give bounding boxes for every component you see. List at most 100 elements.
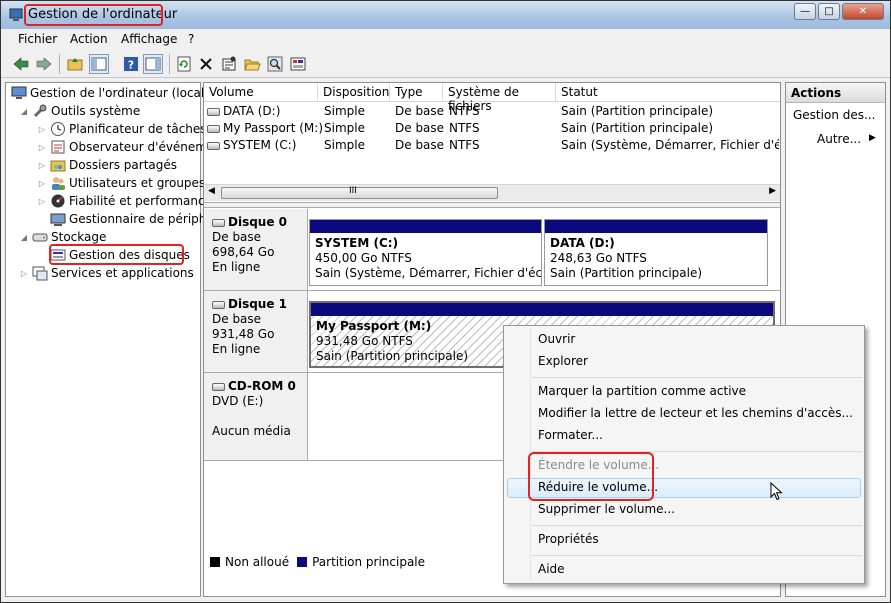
disk-management-highlight-box (49, 244, 184, 265)
open-folder-button[interactable] (242, 54, 262, 74)
tree-label: Fiabilité et performance (69, 194, 212, 208)
menu-action[interactable]: Action (70, 32, 108, 46)
title-highlight-box (24, 4, 163, 26)
users-icon (52, 177, 65, 190)
submenu-arrow-icon[interactable]: ▶ (869, 133, 876, 143)
menu-item-properties[interactable]: Propriétés (538, 532, 599, 546)
column-header-volume[interactable]: Volume (204, 83, 318, 102)
disk-name: Disque 0 (228, 215, 288, 229)
horizontal-scrollbar[interactable]: ◀ III ▶ (204, 184, 780, 201)
tree-label: Services et applications (51, 266, 194, 280)
partition-system[interactable]: SYSTEM (C:) 450,00 Go NTFS Sain (Système… (309, 219, 542, 286)
tree-item-system-tools[interactable]: ◢ Outils système (19, 102, 140, 120)
column-header-filesystem[interactable]: Système de fichiers (443, 83, 556, 113)
disk-1-label[interactable]: Disque 1 De base 931,48 Go En ligne (204, 291, 308, 373)
column-header-status[interactable]: Statut (556, 83, 780, 102)
tree-item-device-manager[interactable]: Gestionnaire de périphé (50, 210, 214, 228)
menu-item-change-letter[interactable]: Modifier la lettre de lecteur et les che… (538, 406, 853, 420)
delete-button[interactable] (196, 54, 216, 74)
scroll-grip: III (349, 186, 357, 196)
collapse-arrow-icon[interactable]: ◢ (19, 107, 29, 116)
mouse-cursor-icon (770, 482, 783, 501)
close-button[interactable]: ✕ (842, 3, 884, 20)
partition-band (545, 220, 767, 233)
tree-item-event-viewer[interactable]: ▷ Observateur d'événeme (37, 138, 214, 156)
partition-size: 450,00 Go NTFS (315, 251, 412, 265)
pane-splitter[interactable] (204, 202, 780, 208)
back-button[interactable] (11, 54, 31, 74)
disk-size: 931,48 Go (212, 327, 275, 341)
volume-icon (207, 107, 220, 116)
up-folder-button[interactable] (65, 54, 85, 74)
tree-item-services-apps[interactable]: ▷ Services et applications (19, 264, 194, 282)
column-header-layout[interactable]: Disposition (318, 83, 390, 102)
column-header-type[interactable]: Type (390, 83, 443, 102)
actions-disk-management[interactable]: Gestion des... (793, 108, 875, 122)
title-bar[interactable]: Gestion de l'ordinateur — □ ✕ (1, 1, 890, 29)
expand-arrow-icon[interactable]: ▷ (37, 179, 47, 188)
menu-separator (532, 555, 862, 556)
tree-label: Outils système (51, 104, 141, 118)
console-tree: Gestion de l'ordinateur (local) ◢ Outils… (5, 82, 214, 597)
partition-data[interactable]: DATA (D:) 248,63 Go NTFS Sain (Partition… (544, 219, 768, 286)
expand-arrow-icon[interactable]: ▷ (37, 161, 47, 170)
partition-name: SYSTEM (C:) (315, 236, 399, 250)
show-hide-tree-button[interactable] (89, 54, 109, 74)
tools-icon (33, 104, 47, 118)
type-cell: De base (395, 138, 445, 152)
action-pane-icon (145, 57, 161, 71)
scroll-left-arrow-icon[interactable]: ◀ (208, 186, 215, 196)
search-button[interactable] (265, 54, 285, 74)
cdrom-0-label[interactable]: CD-ROM 0 DVD (E:) Aucun média (204, 373, 308, 461)
table-row-my-passport[interactable]: My Passport (M:) (207, 121, 323, 135)
tree-item-root[interactable]: Gestion de l'ordinateur (local) (11, 84, 209, 102)
minimize-button[interactable]: — (794, 3, 816, 20)
expand-arrow-icon[interactable]: ▷ (37, 143, 47, 152)
menu-item-mark-active[interactable]: Marquer la partition comme active (538, 384, 746, 398)
menu-item-help[interactable]: Aide (538, 562, 565, 576)
properties-button[interactable] (219, 54, 239, 74)
volume-name: DATA (D:) (223, 104, 281, 118)
disk-status: En ligne (212, 342, 261, 356)
expand-arrow-icon[interactable]: ▷ (19, 269, 29, 278)
disk-0-area: SYSTEM (C:) 450,00 Go NTFS Sain (Système… (308, 209, 780, 291)
scrollbar-thumb[interactable]: III (221, 186, 498, 199)
menu-fichier[interactable]: Fichier (18, 32, 57, 46)
disk-0-label[interactable]: Disque 0 De base 698,64 Go En ligne (204, 209, 308, 291)
legend-primary-label: Partition principale (312, 555, 426, 569)
filesystem-cell: NTFS (449, 121, 480, 135)
refresh-button[interactable] (174, 54, 194, 74)
menu-item-open[interactable]: Ouvrir (538, 332, 575, 346)
table-row-system[interactable]: SYSTEM (C:) (207, 138, 296, 152)
disk-settings-button[interactable] (288, 54, 308, 74)
menu-help[interactable]: ? (188, 32, 194, 46)
tree-label: Gestionnaire de périphé (69, 212, 214, 226)
collapse-arrow-icon[interactable]: ◢ (19, 233, 29, 242)
expand-arrow-icon[interactable]: ▷ (37, 125, 47, 134)
shared-folder-icon (50, 160, 66, 172)
tree-item-task-scheduler[interactable]: ▷ Planificateur de tâches (37, 120, 207, 138)
menu-item-explore[interactable]: Explorer (538, 354, 588, 368)
scroll-right-arrow-icon[interactable]: ▶ (769, 186, 776, 196)
partition-size: 248,63 Go NTFS (550, 251, 647, 265)
help-icon: ? (124, 57, 138, 72)
table-row-data[interactable]: DATA (D:) (207, 104, 280, 118)
menu-item-format[interactable]: Formater... (538, 428, 603, 442)
legend-unallocated-swatch (210, 557, 220, 567)
expand-arrow-icon[interactable]: ▷ (37, 197, 47, 206)
disk-icon (212, 300, 225, 309)
partition-name: My Passport (M:) (316, 319, 432, 333)
event-viewer-icon (51, 140, 65, 154)
legend: Non alloué Partition principale (210, 555, 425, 569)
volume-name: My Passport (M:) (223, 121, 323, 135)
actions-more[interactable]: Autre... (817, 132, 861, 146)
tree-item-users-groups[interactable]: ▷ Utilisateurs et groupes l (37, 174, 212, 192)
menu-affichage[interactable]: Affichage (121, 32, 177, 46)
tree-item-reliability[interactable]: ▷ Fiabilité et performance (37, 192, 212, 210)
tree-item-shared-folders[interactable]: ▷ Dossiers partagés (37, 156, 177, 174)
forward-button[interactable] (34, 54, 54, 74)
help-button[interactable]: ? (121, 54, 141, 74)
maximize-button[interactable]: □ (818, 3, 840, 20)
show-action-pane-button[interactable] (143, 54, 163, 74)
menu-item-delete-volume[interactable]: Supprimer le volume... (538, 502, 675, 516)
